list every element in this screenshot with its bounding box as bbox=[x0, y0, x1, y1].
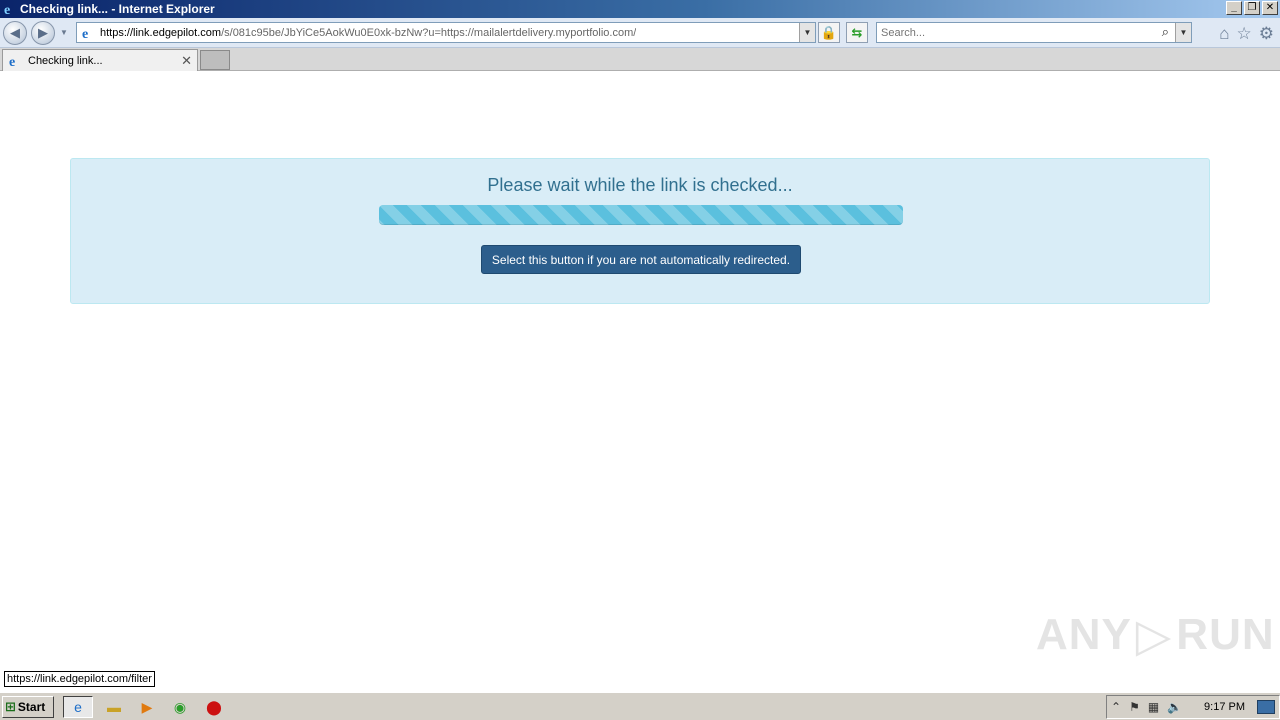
search-input[interactable] bbox=[881, 23, 1151, 42]
address-path: /s/081c95be/JbYiCe5AokWu0E0xk-bzNw?u=htt… bbox=[221, 26, 637, 39]
opera-icon[interactable]: ⬤ bbox=[199, 696, 229, 718]
taskbar: ⊞ Start e ▬ ▶ ◉ ⬤ ⌃ ⚑ ▦ 🔈 9:17 PM bbox=[0, 692, 1280, 720]
svg-text:e: e bbox=[82, 27, 88, 40]
progress-bar bbox=[379, 205, 903, 225]
svg-text:e: e bbox=[4, 3, 10, 16]
window-title: Checking link... - Internet Explorer bbox=[20, 2, 215, 16]
back-button[interactable]: ◀ bbox=[3, 21, 27, 45]
home-icon[interactable]: ⌂ bbox=[1219, 24, 1229, 44]
favorites-star-icon[interactable]: ☆ bbox=[1237, 24, 1252, 44]
gear-icon[interactable]: ⚙ bbox=[1259, 24, 1274, 44]
tab-strip: e Checking link... ✕ bbox=[0, 48, 1280, 71]
progress-fill bbox=[379, 205, 903, 225]
address-url[interactable]: https://link.edgepilot.com/s/081c95be/Jb… bbox=[100, 27, 636, 39]
windows-logo-icon: ⊞ bbox=[5, 699, 16, 714]
search-box[interactable]: ⌕ ▼ bbox=[876, 22, 1192, 43]
link-check-panel: Please wait while the link is checked...… bbox=[70, 158, 1210, 304]
status-link-tooltip: https://link.edgepilot.com/filter bbox=[4, 671, 155, 687]
refresh-icon: ⇆ bbox=[851, 24, 863, 40]
forward-button[interactable]: ▶ bbox=[31, 21, 55, 45]
restore-button[interactable]: ❐ bbox=[1244, 1, 1260, 15]
new-tab-button[interactable] bbox=[200, 50, 230, 70]
history-dropdown-icon[interactable]: ▼ bbox=[60, 28, 68, 37]
address-bar[interactable]: e https://link.edgepilot.com/s/081c95be/… bbox=[76, 22, 816, 43]
system-tray: ⌃ ⚑ ▦ 🔈 9:17 PM bbox=[1106, 695, 1280, 719]
forward-arrow-icon: ▶ bbox=[38, 25, 48, 40]
folder-icon[interactable]: ▬ bbox=[99, 696, 129, 718]
refresh-button[interactable]: ⇆ bbox=[846, 22, 868, 43]
show-desktop-button[interactable] bbox=[1257, 700, 1275, 714]
redirect-button[interactable]: Select this button if you are not automa… bbox=[481, 245, 801, 274]
search-icon[interactable]: ⌕ bbox=[1162, 24, 1169, 40]
svg-text:e: e bbox=[9, 55, 15, 68]
media-player-icon[interactable]: ▶ bbox=[132, 696, 162, 718]
network-icon[interactable]: ▦ bbox=[1148, 700, 1159, 714]
start-button[interactable]: ⊞ Start bbox=[2, 696, 54, 718]
window-titlebar: e Checking link... - Internet Explorer _… bbox=[0, 0, 1280, 18]
play-logo-icon: ▷ bbox=[1135, 609, 1173, 661]
navigation-bar: ◀ ▶ ▼ e https://link.edgepilot.com/s/081… bbox=[0, 18, 1280, 48]
security-lock-button[interactable]: 🔒 bbox=[818, 22, 840, 43]
lock-icon: 🔒 bbox=[820, 24, 838, 40]
close-button[interactable]: ✕ bbox=[1262, 1, 1278, 15]
watermark-right: RUN bbox=[1176, 610, 1275, 659]
search-dropdown-icon[interactable]: ▼ bbox=[1175, 23, 1191, 42]
tray-expand-icon[interactable]: ⌃ bbox=[1111, 700, 1121, 714]
tab-page-icon: e bbox=[7, 53, 23, 69]
internet-explorer-icon[interactable]: e bbox=[63, 696, 93, 718]
minimize-button[interactable]: _ bbox=[1226, 1, 1242, 15]
back-arrow-icon: ◀ bbox=[10, 25, 20, 40]
action-center-flag-icon[interactable]: ⚑ bbox=[1129, 700, 1140, 714]
address-host: https://link.edgepilot.com bbox=[100, 26, 222, 39]
chrome-icon[interactable]: ◉ bbox=[165, 696, 195, 718]
clock[interactable]: 9:17 PM bbox=[1204, 701, 1245, 713]
start-label: Start bbox=[17, 700, 46, 714]
page-content: Please wait while the link is checked...… bbox=[0, 71, 1280, 692]
internet-explorer-icon: e bbox=[2, 1, 18, 17]
close-tab-icon[interactable]: ✕ bbox=[181, 53, 192, 69]
wait-message: Please wait while the link is checked... bbox=[487, 175, 793, 195]
address-dropdown-icon[interactable]: ▼ bbox=[799, 23, 815, 42]
tab-label: Checking link... bbox=[28, 54, 103, 67]
watermark-left: ANY bbox=[1036, 610, 1132, 659]
page-icon: e bbox=[80, 25, 96, 41]
volume-icon[interactable]: 🔈 bbox=[1167, 700, 1182, 714]
tab-checking-link[interactable]: e Checking link... ✕ bbox=[2, 49, 198, 71]
anyrun-watermark: ANY ▷ RUN bbox=[1036, 608, 1275, 662]
